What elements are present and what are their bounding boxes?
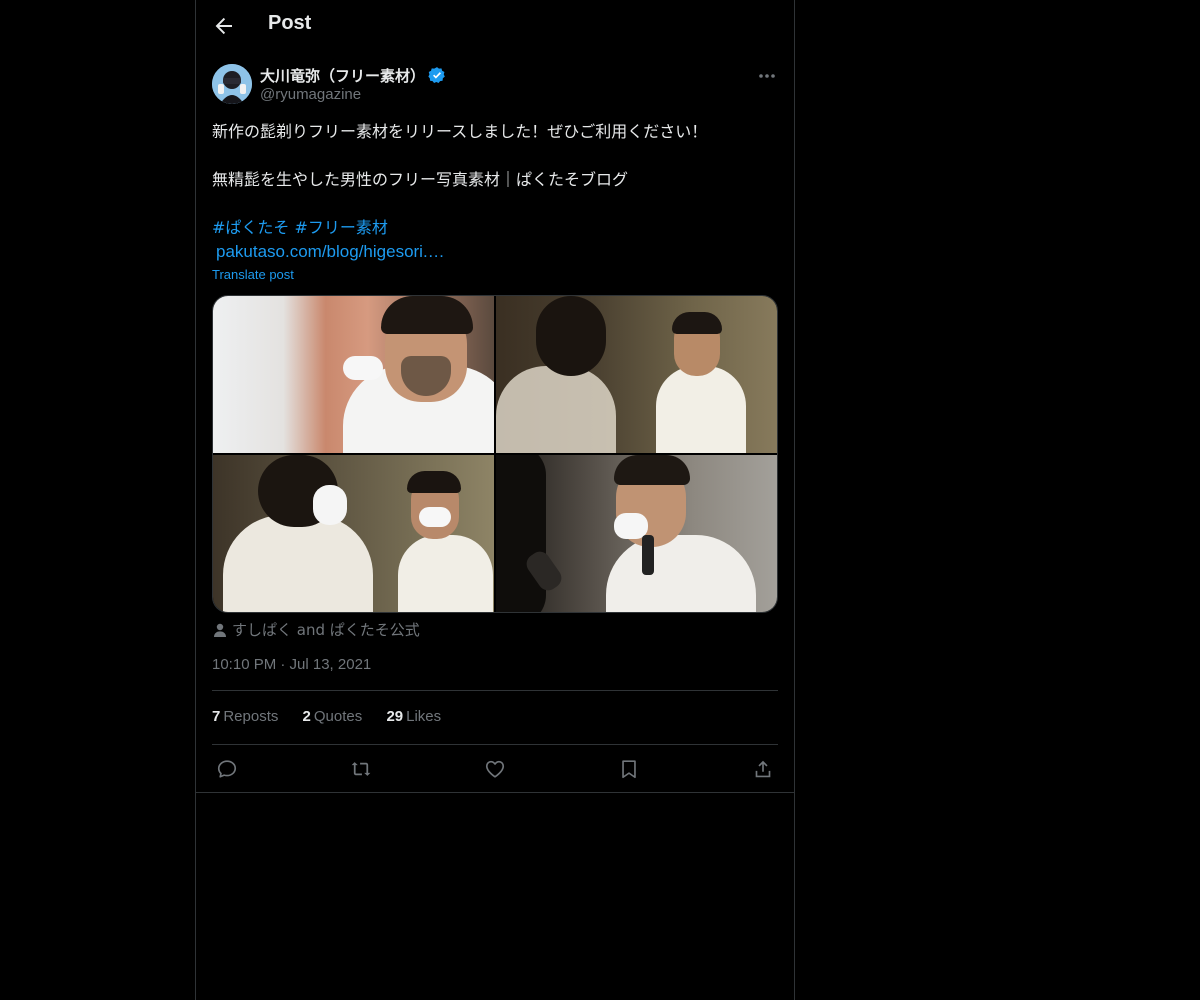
post-actions xyxy=(212,754,778,784)
back-button[interactable] xyxy=(212,14,236,38)
likes-count: 29 xyxy=(386,708,404,725)
author-name[interactable]: 大川竜弥（フリー素材） xyxy=(260,65,425,86)
likes-label: Likes xyxy=(406,708,442,725)
media-grid xyxy=(212,295,778,613)
post-text-line xyxy=(212,144,778,168)
post-header: Post xyxy=(196,0,794,54)
tagged-users[interactable]: すしぱく and ぱくたそ公式 xyxy=(212,619,420,640)
repost-button[interactable] xyxy=(350,758,372,780)
like-icon xyxy=(485,760,505,778)
reply-button[interactable] xyxy=(216,758,238,780)
share-icon xyxy=(755,760,771,778)
translate-post-link[interactable]: Translate post xyxy=(212,267,294,282)
bookmark-button[interactable] xyxy=(618,758,640,780)
page-title: Post xyxy=(268,12,312,34)
hashtag-link[interactable]: #ぱくたそ xyxy=(212,218,289,237)
share-button[interactable] xyxy=(752,758,774,780)
arrow-left-icon xyxy=(215,17,232,35)
photo-2[interactable] xyxy=(496,296,777,453)
tagged-users-text: すしぱく and ぱくたそ公式 xyxy=(232,621,420,639)
reposts-label: Reposts xyxy=(223,708,279,725)
more-options-button[interactable] xyxy=(756,66,778,86)
person-icon xyxy=(214,623,226,637)
post-text-line: 無精髭を生やした男性のフリー写真素材｜ぱくたそブログ xyxy=(212,170,629,189)
quotes-label: Quotes xyxy=(313,708,363,725)
divider xyxy=(212,744,778,745)
photo-4[interactable] xyxy=(496,455,777,612)
likes-stat[interactable]: 29 Likes xyxy=(386,708,441,725)
photo-1[interactable] xyxy=(213,296,494,453)
post-detail-column: Post 大川竜弥（フリー素材） @ryumagazine 新作の髭剃りフリー素… xyxy=(195,0,795,1000)
author-handle[interactable]: @ryumagazine xyxy=(260,86,361,103)
more-horizontal-icon xyxy=(759,74,775,78)
bookmark-icon xyxy=(622,760,636,779)
reposts-count: 7 xyxy=(212,708,221,725)
external-link[interactable]: pakutaso.com/blog/higesori.… xyxy=(212,242,445,261)
post-text-line: 新作の髭剃りフリー素材をリリースしました！ぜひご利用ください！ xyxy=(212,122,708,141)
reposts-stat[interactable]: 7 Reposts xyxy=(212,708,278,725)
reply-icon xyxy=(217,760,237,778)
post-stats: 7 Reposts 2 Quotes 29 Likes xyxy=(212,708,461,725)
post-text-line xyxy=(212,192,778,216)
avatar-image xyxy=(212,64,252,104)
post-text: 新作の髭剃りフリー素材をリリースしました！ぜひご利用ください！ 無精髭を生やした… xyxy=(212,120,778,264)
hashtag-link[interactable]: #フリー素材 xyxy=(295,218,388,237)
photo-3[interactable] xyxy=(213,455,494,612)
like-button[interactable] xyxy=(484,758,506,780)
hashtags: #ぱくたそ #フリー素材 xyxy=(212,216,778,240)
avatar[interactable] xyxy=(212,64,252,104)
divider xyxy=(212,690,778,691)
post-timestamp[interactable]: 10:10 PM · Jul 13, 2021 xyxy=(212,656,371,673)
divider xyxy=(196,792,794,793)
repost-icon xyxy=(351,762,371,776)
quotes-count: 2 xyxy=(302,708,311,725)
verified-badge-icon xyxy=(428,67,445,84)
quotes-stat[interactable]: 2 Quotes xyxy=(303,708,363,725)
